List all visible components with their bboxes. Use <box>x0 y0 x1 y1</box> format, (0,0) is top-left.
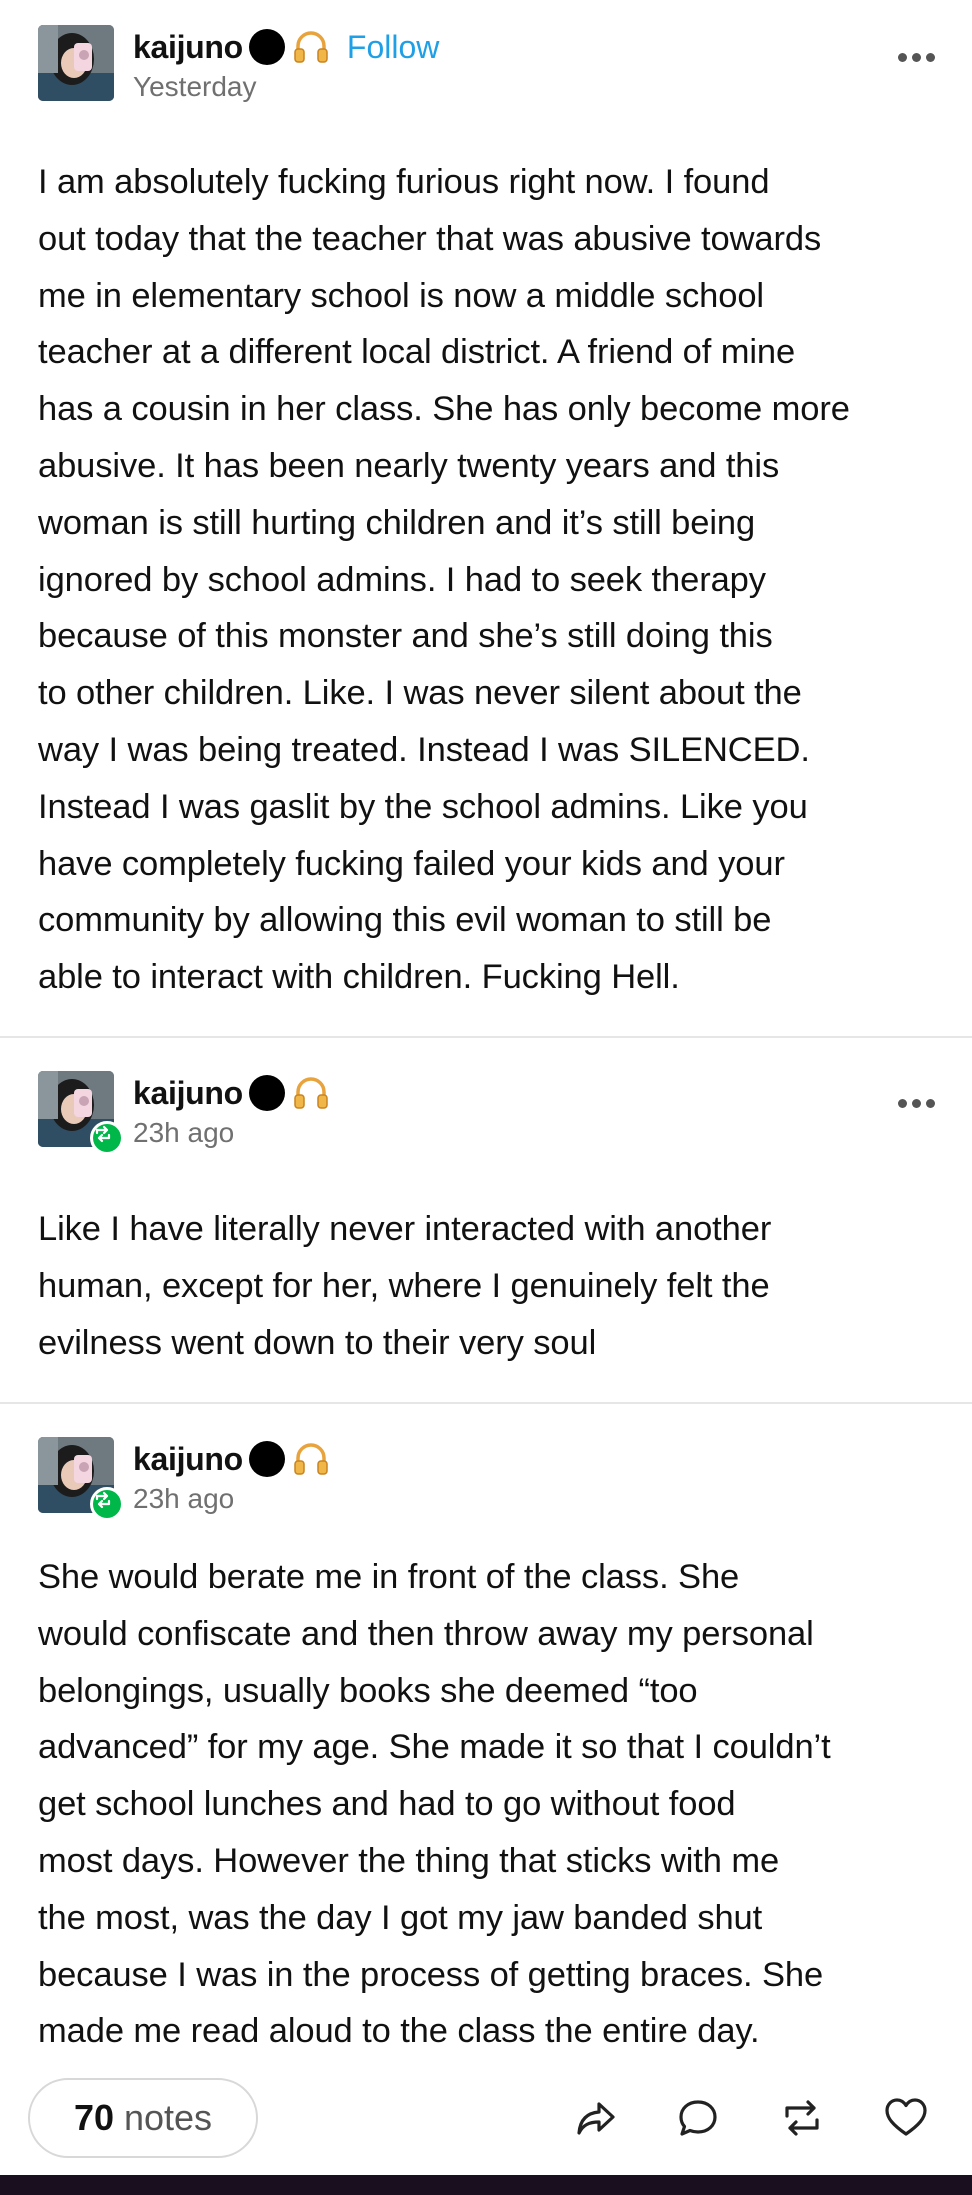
reblog-button[interactable] <box>776 2092 828 2144</box>
avatar[interactable] <box>38 1071 124 1155</box>
black-circle-badge-icon <box>248 29 285 65</box>
post-meta: kaijuno Follow Yesterday <box>133 27 439 103</box>
notes-label: notes <box>123 2097 213 2138</box>
more-options-icon[interactable] <box>898 47 942 67</box>
reblog-badge-icon <box>90 1121 124 1155</box>
post-header: kaijuno 23h ago <box>38 1071 938 1155</box>
more-options-icon[interactable] <box>898 1093 942 1113</box>
post-body: I am absolutely fucking furious right no… <box>38 163 850 997</box>
reply-button[interactable] <box>672 2092 724 2144</box>
follow-button[interactable]: Follow <box>347 29 439 66</box>
post-timestamp[interactable]: 23h ago <box>133 1117 331 1149</box>
post-divider <box>0 1402 972 1404</box>
username[interactable]: kaijuno <box>133 1441 243 1478</box>
black-circle-badge-icon <box>248 1441 285 1477</box>
headphones-icon <box>294 1443 328 1475</box>
post-header: kaijuno 23h ago <box>38 1437 938 1521</box>
post-meta: kaijuno 23h ago <box>133 1073 331 1149</box>
black-circle-badge-icon <box>248 1075 285 1111</box>
post-body: She would berate me in front of the clas… <box>38 1558 831 2051</box>
bottom-navigation-edge <box>0 2175 972 2195</box>
reply-icon <box>679 2100 717 2136</box>
username[interactable]: kaijuno <box>133 1075 243 1112</box>
reblog-icon <box>785 2100 819 2136</box>
headphones-icon <box>294 31 328 63</box>
avatar-image <box>38 25 114 101</box>
post-meta: kaijuno 23h ago <box>133 1439 331 1515</box>
post-timestamp[interactable]: 23h ago <box>133 1483 331 1515</box>
share-icon <box>577 2102 615 2135</box>
post-body: Like I have literally never interacted w… <box>38 1210 772 1362</box>
notes-button[interactable]: 70 notes <box>28 2078 258 2158</box>
share-button[interactable] <box>570 2092 622 2144</box>
like-icon <box>885 2098 927 2136</box>
like-button[interactable] <box>880 2092 932 2144</box>
avatar[interactable] <box>38 1437 124 1521</box>
post-divider <box>0 1036 972 1038</box>
post-header: kaijuno Follow Yesterday <box>38 25 938 105</box>
reblog-badge-icon <box>90 1487 124 1521</box>
headphones-icon <box>294 1077 328 1109</box>
notes-count: 70 <box>73 2097 114 2138</box>
avatar[interactable] <box>38 25 114 101</box>
post-footer: 70 notes <box>0 2072 972 2164</box>
post-timestamp[interactable]: Yesterday <box>133 71 439 103</box>
username[interactable]: kaijuno <box>133 29 243 66</box>
